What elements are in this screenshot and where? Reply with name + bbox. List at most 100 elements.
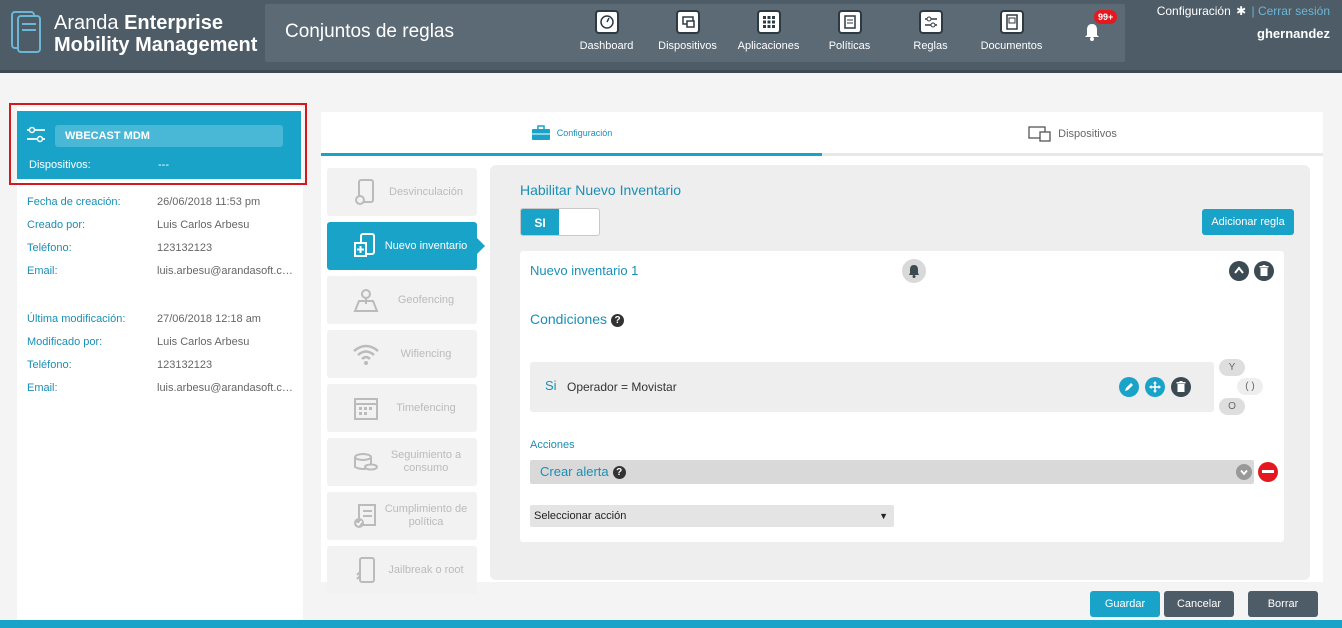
policies-icon xyxy=(837,10,862,34)
conditions-title-text: Condiciones xyxy=(530,311,608,327)
apps-grid-icon xyxy=(756,10,781,34)
menu-item-wifiencing[interactable]: Wifiencing xyxy=(327,330,477,378)
meta-created-email-value: luis.arbesu@arandasoft.com xyxy=(157,265,295,277)
logic-and-button[interactable]: Y xyxy=(1219,359,1245,376)
trash-icon xyxy=(1259,265,1269,276)
rule-devices-label: Dispositivos: xyxy=(29,159,91,171)
collapse-rule-button[interactable] xyxy=(1229,261,1249,281)
condition-prefix: Si xyxy=(545,378,557,393)
action-expand-button[interactable] xyxy=(1236,464,1252,480)
meta-created-phone-label: Teléfono: xyxy=(27,242,72,254)
app-header: Aranda Enterprise Mobility Management Co… xyxy=(0,0,1342,73)
menu-item-label: Geofencing xyxy=(397,293,455,306)
wifi-icon xyxy=(353,344,379,365)
tab-devices[interactable]: Dispositivos xyxy=(822,112,1323,156)
meta-modified-by-label: Modificado por: xyxy=(27,336,103,348)
meta-modified-date-value: 27/06/2018 12:18 am xyxy=(157,313,261,325)
select-action-dropdown[interactable]: Seleccionar acción ▼ xyxy=(530,505,894,527)
devices-icon xyxy=(1028,126,1051,142)
tab-devices-label: Dispositivos xyxy=(1058,128,1117,140)
nav-dashboard[interactable]: Dashboard xyxy=(566,6,647,62)
menu-item-label: Nuevo inventario xyxy=(384,239,468,252)
config-link[interactable]: Configuración xyxy=(1157,4,1231,18)
menu-item-label: Timefencing xyxy=(396,401,456,414)
delete-condition-button[interactable] xyxy=(1171,377,1191,397)
edit-condition-button[interactable] xyxy=(1119,377,1139,397)
meta-created-date-label: Fecha de creación: xyxy=(27,196,121,208)
enable-toggle[interactable]: SI xyxy=(520,208,600,236)
delete-rule-button[interactable] xyxy=(1254,261,1274,281)
logic-group-button[interactable]: ( ) xyxy=(1237,378,1263,395)
remove-action-button[interactable] xyxy=(1258,462,1278,482)
help-icon[interactable]: ? xyxy=(611,314,625,327)
nav-rules-label: Reglas xyxy=(913,40,948,52)
rule-alert-bell-icon[interactable] xyxy=(902,259,926,283)
logic-or-button[interactable]: O xyxy=(1219,398,1245,415)
menu-item-consumption[interactable]: Seguimiento a consumo xyxy=(327,438,477,486)
section-title: Habilitar Nuevo Inventario xyxy=(520,182,682,198)
menu-item-unlink[interactable]: Desvinculación xyxy=(327,168,477,216)
action-label: Crear alerta? xyxy=(540,464,626,479)
nav-policies-label: Políticas xyxy=(828,40,871,52)
menu-item-policy-compliance[interactable]: Cumplimiento de política xyxy=(327,492,477,540)
meta-created-phone-value: 123132123 xyxy=(157,242,213,254)
meta-created-by-value: Luis Carlos Arbesu xyxy=(157,219,250,231)
rule-name: WBECAST MDM xyxy=(55,125,283,147)
select-action-value: Seleccionar acción xyxy=(534,510,627,522)
nav-documents[interactable]: Documentos xyxy=(971,6,1052,62)
dropdown-arrow-icon: ▼ xyxy=(879,511,888,521)
map-pin-icon xyxy=(353,289,379,312)
rule-card-selected[interactable]: WBECAST MDM Dispositivos: --- xyxy=(9,103,307,185)
bottom-bar xyxy=(0,620,1342,628)
toggle-on-label: SI xyxy=(521,209,559,235)
help-icon[interactable]: ? xyxy=(612,466,626,479)
nav-apps[interactable]: Aplicaciones xyxy=(728,6,809,62)
briefcase-icon xyxy=(531,124,550,140)
menu-item-label: Desvinculación xyxy=(389,185,463,198)
gear-icon[interactable]: ✱ xyxy=(1236,4,1246,18)
rule-title: Nuevo inventario 1 xyxy=(530,263,639,278)
conditions-title: Condiciones? xyxy=(530,311,625,327)
calendar-icon xyxy=(354,398,378,420)
nav-policies[interactable]: Políticas xyxy=(809,6,890,62)
delete-button[interactable]: Borrar xyxy=(1248,591,1318,617)
meta-created-email-label: Email: xyxy=(27,265,58,277)
logout-link[interactable]: | Cerrar sesión xyxy=(1252,4,1330,18)
coins-icon xyxy=(354,453,378,471)
nav-rules[interactable]: Reglas xyxy=(890,6,971,62)
action-row[interactable] xyxy=(530,460,1254,484)
nav-documents-label: Documentos xyxy=(980,40,1043,52)
add-rule-button[interactable]: Adicionar regla xyxy=(1202,209,1294,235)
checklist-icon xyxy=(354,504,376,528)
main-nav: Dashboard Dispositivos Aplicaciones Polí… xyxy=(566,6,1052,62)
chevron-down-icon xyxy=(1240,469,1248,476)
app-logo-icon xyxy=(11,11,41,53)
menu-item-label: Wifiencing xyxy=(400,347,452,360)
save-button[interactable]: Guardar xyxy=(1090,591,1160,617)
move-condition-button[interactable] xyxy=(1145,377,1165,397)
nav-apps-label: Aplicaciones xyxy=(737,40,800,52)
meta-created-by-label: Creado por: xyxy=(27,219,86,231)
action-label-text: Crear alerta xyxy=(540,464,609,479)
rules-sliders-icon xyxy=(27,126,45,143)
trash-icon xyxy=(1176,381,1186,392)
meta-modified-email-value: luis.arbesu@arandasoft.com xyxy=(157,382,295,394)
username: ghernandez xyxy=(1257,26,1330,41)
rules-icon xyxy=(918,10,943,34)
nav-devices[interactable]: Dispositivos xyxy=(647,6,728,62)
cancel-button[interactable]: Cancelar xyxy=(1164,591,1234,617)
menu-item-label: Jailbreak o root xyxy=(388,563,464,576)
menu-item-jailbreak[interactable]: Jailbreak o root xyxy=(327,546,477,594)
pencil-icon xyxy=(1125,383,1133,391)
phone-inventory-icon xyxy=(354,233,375,257)
menu-item-geofencing[interactable]: Geofencing xyxy=(327,276,477,324)
menu-item-label: Cumplimiento de política xyxy=(384,503,468,528)
meta-modified-phone-label: Teléfono: xyxy=(27,359,72,371)
menu-item-timefencing[interactable]: Timefencing xyxy=(327,384,477,432)
brand-name: Aranda Enterprise Mobility Management xyxy=(54,12,258,56)
tab-bar: Configuración Dispositivos xyxy=(321,112,1323,156)
rule-devices-value: --- xyxy=(158,159,169,171)
tab-configuration[interactable]: Configuración xyxy=(321,112,822,156)
menu-item-new-inventory[interactable]: Nuevo inventario xyxy=(327,222,477,270)
meta-modified-by-value: Luis Carlos Arbesu xyxy=(157,336,250,348)
